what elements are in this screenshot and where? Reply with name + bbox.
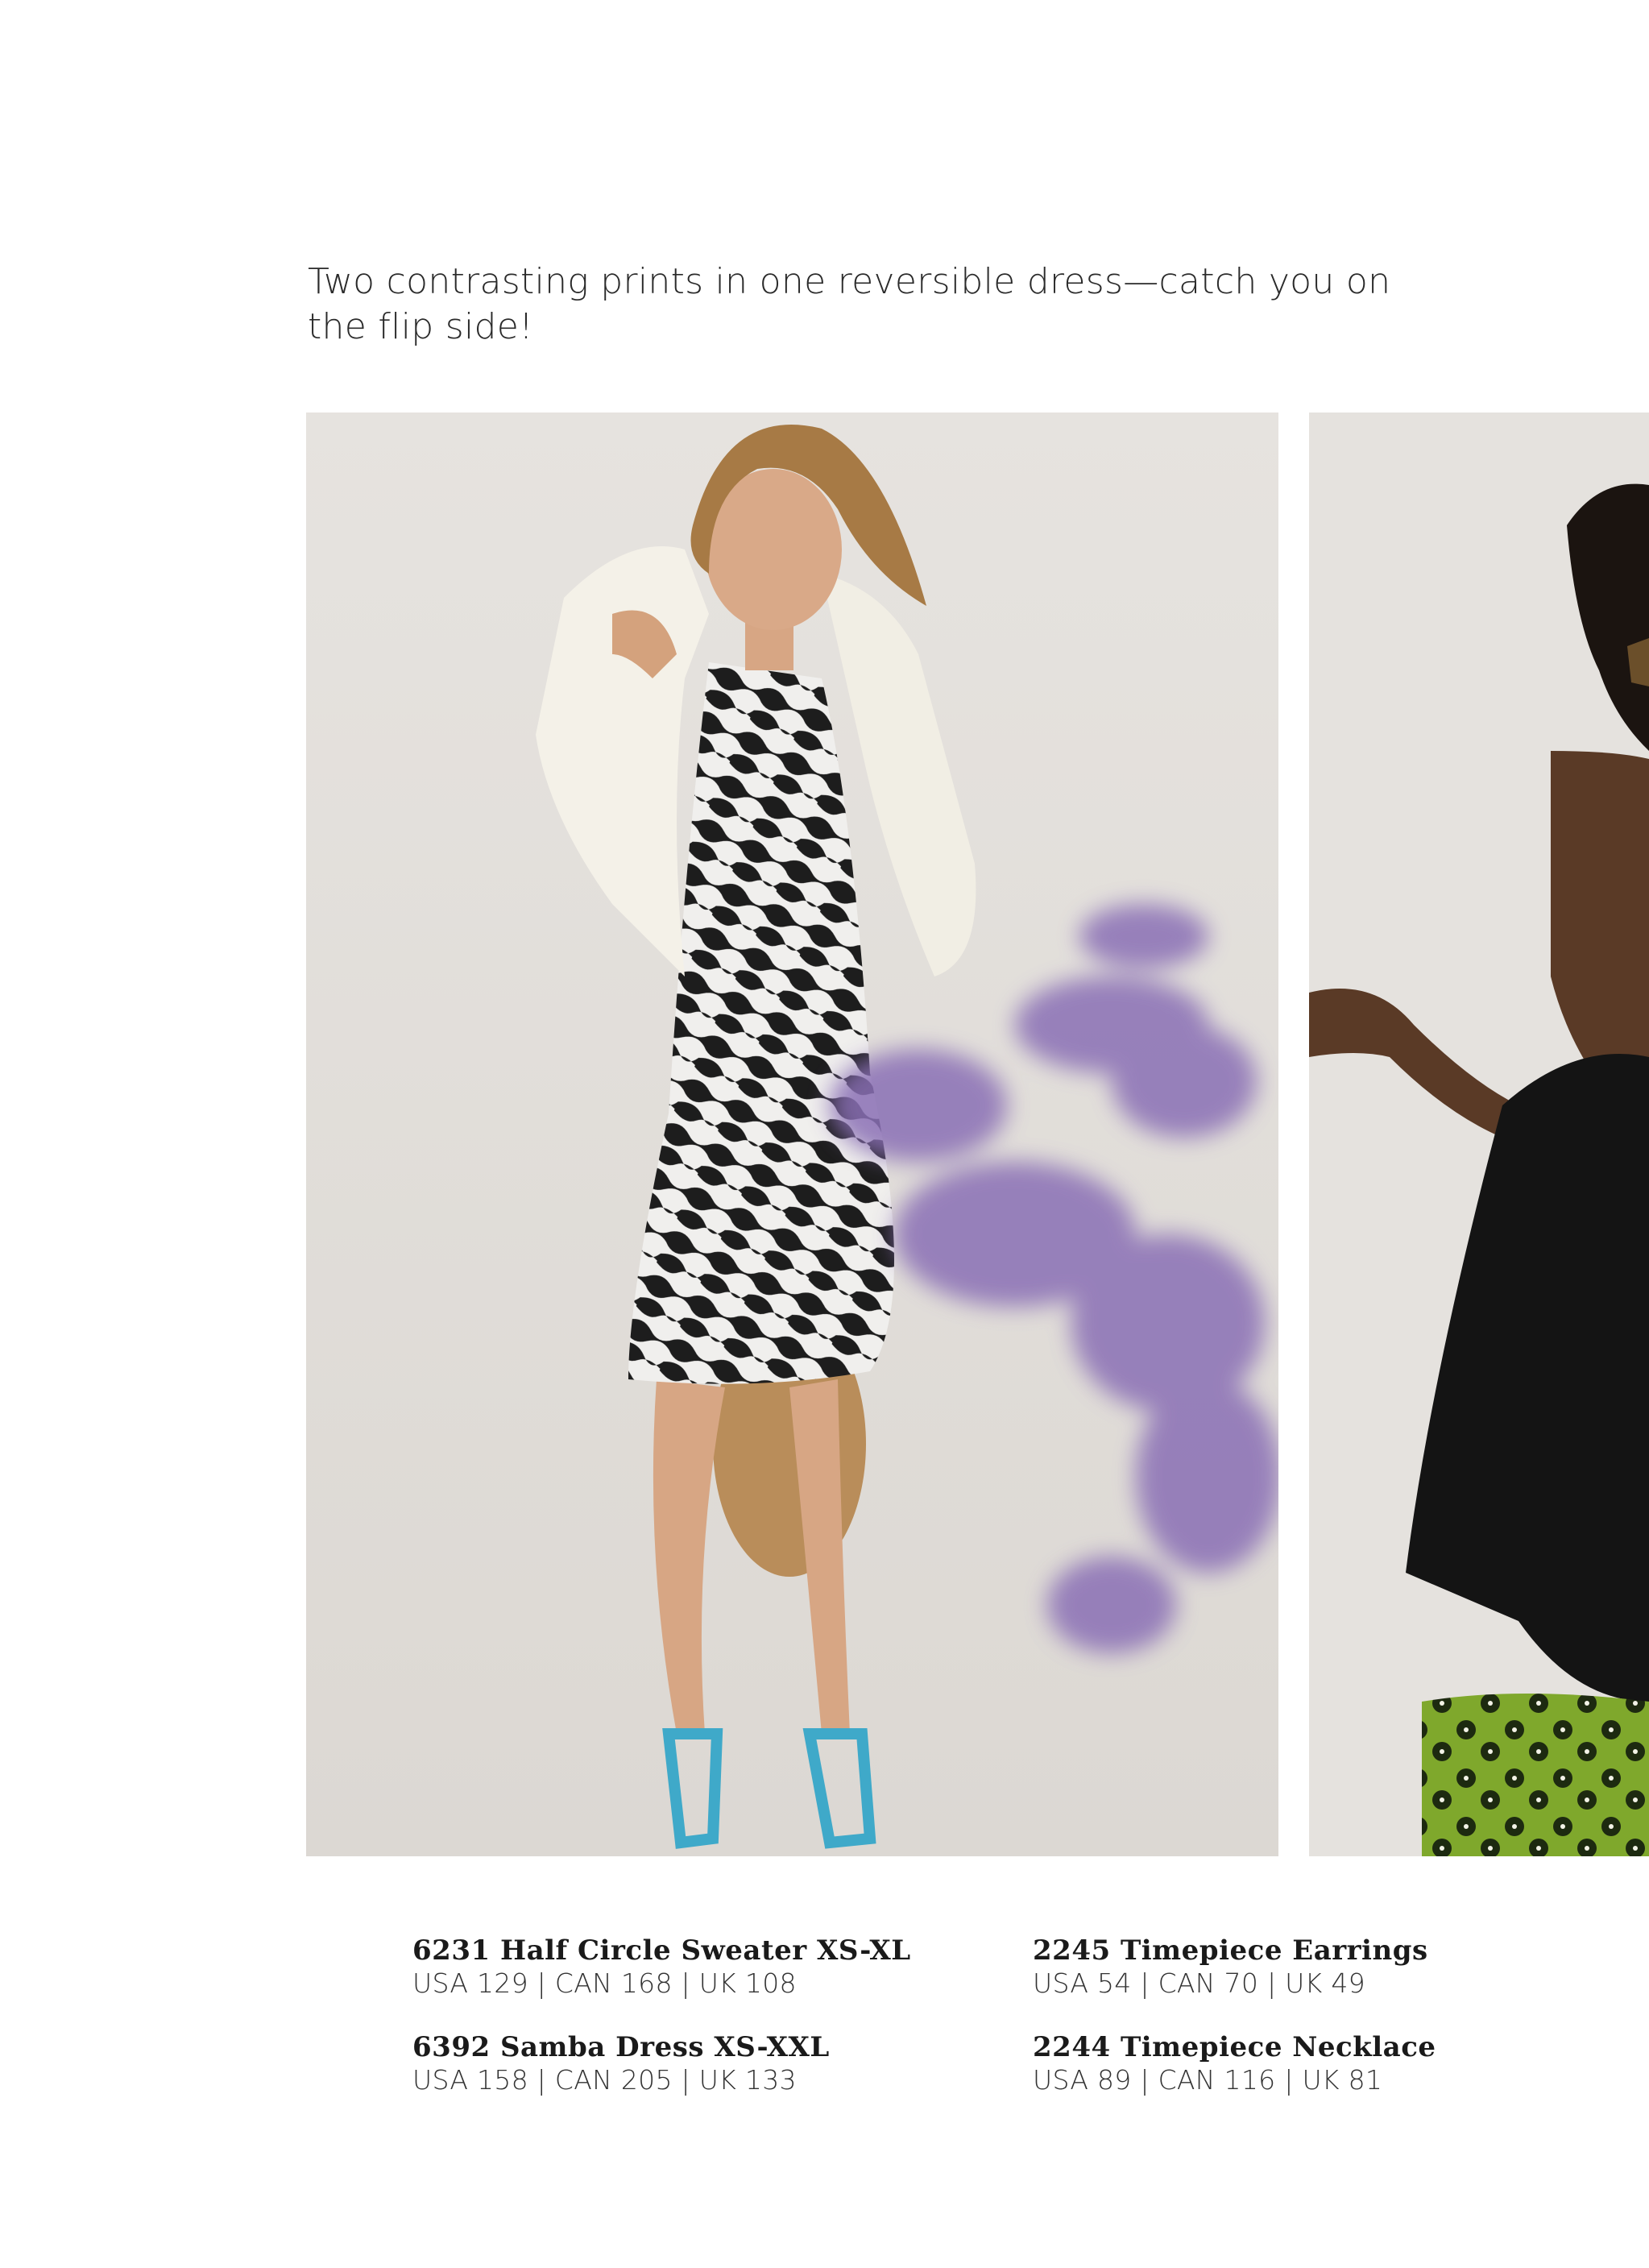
- model-illustration-right: [1309, 413, 1649, 1856]
- product-photo-left: [306, 413, 1278, 1856]
- product-credits-right: 2245 Timepiece Earrings USA 54 | CAN 70 …: [1033, 1934, 1436, 2127]
- product-item: 2244 Timepiece Necklace USA 89 | CAN 116…: [1033, 2030, 1436, 2096]
- product-photo-right: [1309, 413, 1649, 1856]
- product-price: USA 129 | CAN 168 | UK 108: [412, 1967, 797, 1999]
- product-name: 2244 Timepiece Necklace: [1033, 2031, 1436, 2063]
- product-price: USA 158 | CAN 205 | UK 133: [412, 2064, 797, 2096]
- product-item: 2245 Timepiece Earrings USA 54 | CAN 70 …: [1033, 1934, 1436, 2000]
- headline: Two contrasting prints in one reversible…: [308, 261, 1391, 347]
- product-price: USA 89 | CAN 116 | UK 81: [1033, 2064, 1383, 2096]
- product-price: USA 54 | CAN 70 | UK 49: [1033, 1967, 1365, 1999]
- product-name: 6231 Half Circle Sweater XS-XL: [412, 1934, 911, 1967]
- product-name: 6392 Samba Dress XS-XXL: [412, 2031, 830, 2063]
- model-illustration-left: [306, 413, 1278, 1856]
- product-item: 6392 Samba Dress XS-XXL USA 158 | CAN 20…: [412, 2030, 911, 2096]
- product-name: 2245 Timepiece Earrings: [1033, 1934, 1428, 1967]
- product-item: 6231 Half Circle Sweater XS-XL USA 129 |…: [412, 1934, 911, 2000]
- product-credits-left: 6231 Half Circle Sweater XS-XL USA 129 |…: [412, 1934, 911, 2127]
